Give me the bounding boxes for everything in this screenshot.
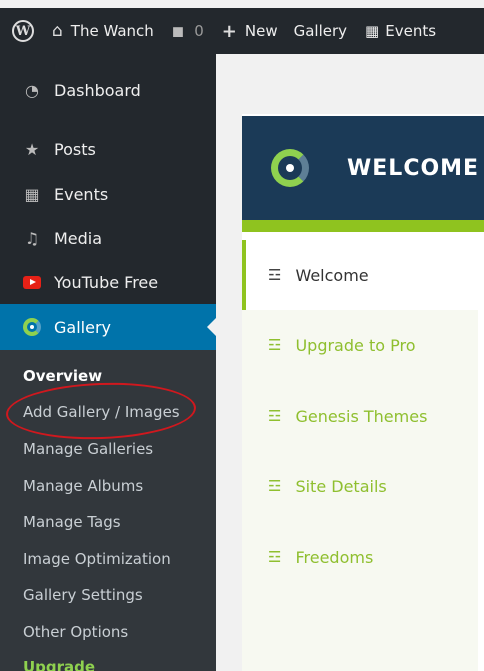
site-name-label: The Wanch <box>70 22 154 40</box>
tab-label: Upgrade to Pro <box>295 335 416 355</box>
calendar-icon: ▦ <box>365 22 380 40</box>
tab-label: Site Details <box>295 476 387 496</box>
comments-link[interactable]: ◼ 0 <box>166 8 218 54</box>
sidebar-item-label: Posts <box>54 139 96 159</box>
submenu-item-manage-tags[interactable]: Manage Tags <box>23 513 121 531</box>
new-label: New <box>244 22 278 40</box>
events-label: Events <box>385 22 437 40</box>
admin-bar-gallery-link[interactable]: Gallery <box>290 8 359 54</box>
sidebar-item-dashboard[interactable]: ◔ Dashboard <box>0 68 216 112</box>
pushpin-icon: ★ <box>24 139 40 159</box>
welcome-header: WELCOME <box>242 116 484 220</box>
site-name-link[interactable]: ⌂ The Wanch <box>46 8 166 54</box>
sliders-icon: ☲ <box>268 407 282 425</box>
plus-icon: + <box>221 20 237 42</box>
sidebar-item-gallery[interactable]: Gallery <box>0 304 216 350</box>
submenu-item-image-optimization[interactable]: Image Optimization <box>23 550 171 568</box>
submenu-item-gallery-settings[interactable]: Gallery Settings <box>23 586 143 604</box>
sliders-icon: ☲ <box>268 548 282 566</box>
admin-bar: W ⌂ The Wanch ◼ 0 + New Gallery ▦ Events <box>0 8 484 54</box>
media-icon: ♫ <box>24 228 40 248</box>
new-content-button[interactable]: + New <box>218 8 290 54</box>
plugin-logo-icon <box>271 149 309 187</box>
sidebar-item-label: Events <box>54 184 109 204</box>
header-accent-bar <box>242 220 484 232</box>
youtube-icon-wrap <box>20 275 44 289</box>
sliders-icon: ☲ <box>268 266 282 284</box>
submenu-item-other-options[interactable]: Other Options <box>23 623 128 641</box>
submenu-item-add-gallery-images[interactable]: Add Gallery / Images <box>23 403 180 421</box>
gallery-icon-wrap <box>20 318 44 336</box>
sidebar-item-label: YouTube Free <box>54 272 159 292</box>
gallery-label: Gallery <box>293 22 348 40</box>
wordpress-icon: W <box>12 20 34 42</box>
submenu-item-manage-albums[interactable]: Manage Albums <box>23 477 143 495</box>
active-menu-arrow <box>207 318 216 336</box>
content-top-area <box>216 54 484 114</box>
welcome-tabs: ☲ Welcome ☲ Upgrade to Pro ☲ Genesis The… <box>242 240 478 671</box>
sidebar-item-youtube-free[interactable]: YouTube Free <box>0 260 216 304</box>
sidebar-item-label: Dashboard <box>54 80 141 100</box>
tab-label: Genesis Themes <box>295 406 428 426</box>
sliders-icon: ☲ <box>268 477 282 495</box>
tab-site-details[interactable]: ☲ Site Details <box>242 451 478 521</box>
comments-count: 0 <box>194 22 204 40</box>
sidebar-item-posts[interactable]: ★ Posts <box>0 127 216 171</box>
tab-label: Welcome <box>295 265 369 285</box>
tab-label: Freedoms <box>295 547 374 567</box>
wordpress-logo-button[interactable]: W <box>0 8 46 54</box>
sidebar-item-label: Gallery <box>54 317 111 337</box>
submenu-item-overview[interactable]: Overview <box>23 367 102 385</box>
tab-welcome[interactable]: ☲ Welcome <box>242 240 478 310</box>
tab-upgrade-to-pro[interactable]: ☲ Upgrade to Pro <box>242 310 478 380</box>
sidebar-item-events[interactable]: ▦ Events <box>0 172 216 216</box>
admin-bar-events-link[interactable]: ▦ Events <box>359 8 436 54</box>
youtube-icon <box>23 275 41 289</box>
tab-genesis-themes[interactable]: ☲ Genesis Themes <box>242 381 478 451</box>
tab-freedoms[interactable]: ☲ Freedoms <box>242 522 478 592</box>
dashboard-icon: ◔ <box>25 80 39 100</box>
submenu-item-manage-galleries[interactable]: Manage Galleries <box>23 440 153 458</box>
gallery-icon <box>23 318 41 336</box>
sidebar-item-label: Media <box>54 228 103 248</box>
calendar-icon: ▦ <box>24 184 40 204</box>
page-title: WELCOME <box>347 155 480 181</box>
comment-bubble-icon: ◼ <box>171 22 185 40</box>
sidebar-item-media[interactable]: ♫ Media <box>0 216 216 260</box>
submenu-item-upgrade[interactable]: Upgrade <box>23 658 95 671</box>
home-icon: ⌂ <box>52 21 63 41</box>
sliders-icon: ☲ <box>268 336 282 354</box>
